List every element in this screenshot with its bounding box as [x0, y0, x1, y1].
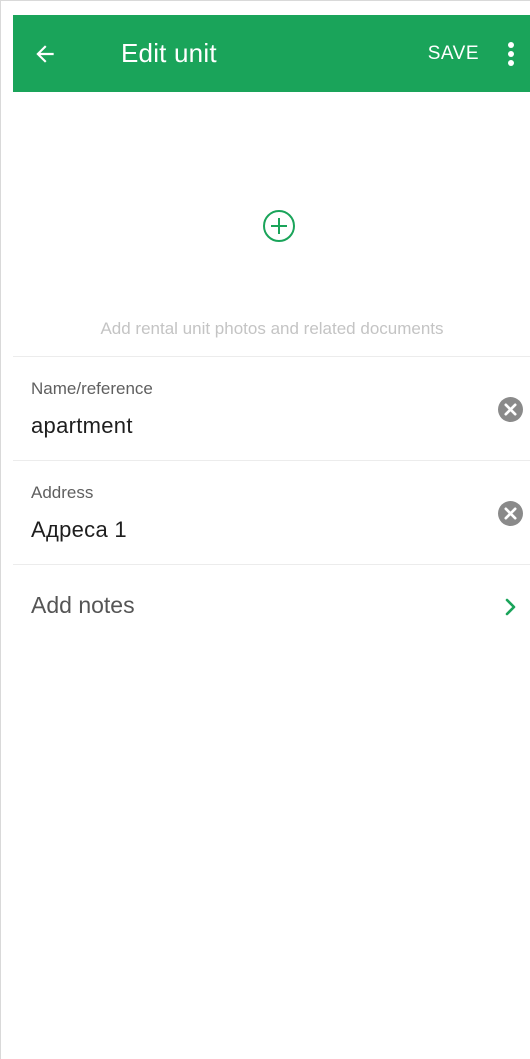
- add-circle-icon: [263, 210, 295, 242]
- save-button[interactable]: SAVE: [428, 43, 479, 65]
- add-photo-button[interactable]: [261, 208, 297, 244]
- arrow-left-icon: [36, 44, 54, 63]
- overflow-menu-button[interactable]: [497, 15, 525, 92]
- content: Add rental unit photos and related docum…: [13, 92, 530, 645]
- clear-icon: [498, 397, 523, 422]
- more-vert-icon: [508, 41, 514, 66]
- name-field-value[interactable]: apartment: [31, 413, 133, 439]
- back-button[interactable]: [13, 15, 77, 92]
- clear-address-button[interactable]: [498, 501, 523, 526]
- address-field-label: Address: [31, 483, 94, 502]
- name-field-label: Name/reference: [31, 379, 153, 398]
- app-bar: Edit unit SAVE: [13, 15, 530, 92]
- address-field-value[interactable]: Адреса 1: [31, 517, 127, 543]
- name-field[interactable]: Name/reference apartment: [13, 357, 530, 461]
- clear-name-button[interactable]: [498, 397, 523, 422]
- photo-area: Add rental unit photos and related docum…: [13, 92, 530, 357]
- screen: Edit unit SAVE Add rental unit photos an…: [0, 0, 530, 1059]
- address-field[interactable]: Address Адреса 1: [13, 461, 530, 565]
- page-title: Edit unit: [121, 38, 217, 68]
- clear-icon: [498, 501, 523, 526]
- photo-hint: Add rental unit photos and related docum…: [100, 319, 444, 338]
- chevron-right-icon: [505, 598, 516, 616]
- add-notes-label: Add notes: [31, 592, 135, 618]
- add-notes-row[interactable]: Add notes: [13, 565, 530, 645]
